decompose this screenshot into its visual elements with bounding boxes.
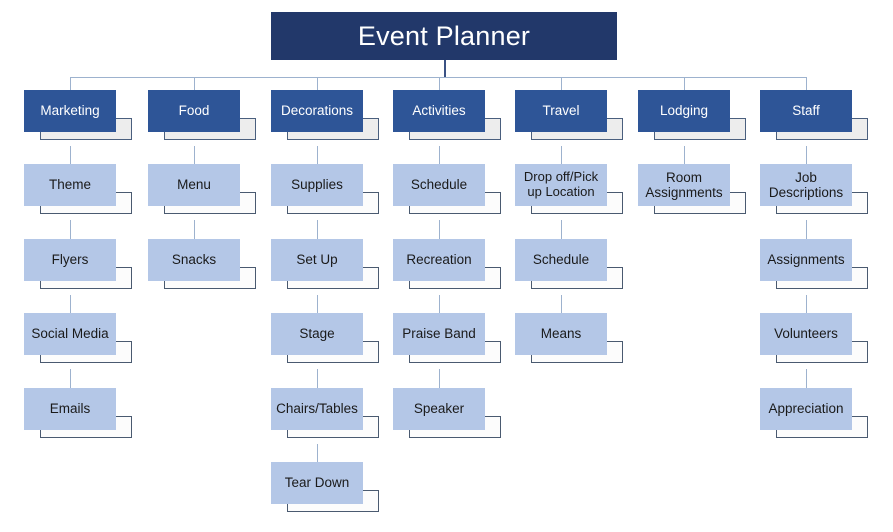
- task-node-snacks[interactable]: Snacks: [148, 239, 256, 309]
- category-node-travel[interactable]: Travel: [515, 90, 623, 160]
- category-node-staff[interactable]: Staff: [760, 90, 868, 160]
- task-node-chairs-tables[interactable]: Chairs/Tables: [271, 388, 379, 458]
- node-label: Room Assignments: [638, 164, 730, 206]
- node-label: Food: [148, 90, 240, 132]
- task-node-schedule[interactable]: Schedule: [515, 239, 623, 309]
- task-node-flyers[interactable]: Flyers: [24, 239, 132, 309]
- node-label: Menu: [148, 164, 240, 206]
- org-chart-canvas: Event Planner Marketing Theme Flyers Social…: [0, 0, 893, 526]
- task-node-recreation[interactable]: Recreation: [393, 239, 501, 309]
- task-node-theme[interactable]: Theme: [24, 164, 132, 234]
- node-label: Marketing: [24, 90, 116, 132]
- node-label: Travel: [515, 90, 607, 132]
- category-node-activities[interactable]: Activities: [393, 90, 501, 160]
- node-label: Volunteers: [760, 313, 852, 355]
- node-label: Set Up: [271, 239, 363, 281]
- task-node-drop-off-pick-up-location[interactable]: Drop off/Pick up Location: [515, 164, 623, 234]
- category-node-decorations[interactable]: Decorations: [271, 90, 379, 160]
- category-node-food[interactable]: Food: [148, 90, 256, 160]
- connector-to-food: [194, 77, 195, 90]
- node-label: Social Media: [24, 313, 116, 355]
- task-node-supplies[interactable]: Supplies: [271, 164, 379, 234]
- task-node-menu[interactable]: Menu: [148, 164, 256, 234]
- node-label: Job Descriptions: [760, 164, 852, 206]
- task-node-tear-down[interactable]: Tear Down: [271, 462, 379, 532]
- chart-title: Event Planner: [271, 12, 617, 60]
- node-label: Chairs/Tables: [271, 388, 363, 430]
- task-node-schedule[interactable]: Schedule: [393, 164, 501, 234]
- connector-to-staff: [806, 77, 807, 90]
- node-label: Flyers: [24, 239, 116, 281]
- category-node-lodging[interactable]: Lodging: [638, 90, 746, 160]
- node-label: Emails: [24, 388, 116, 430]
- connector-to-decorations: [317, 77, 318, 90]
- task-node-room-assignments[interactable]: Room Assignments: [638, 164, 746, 234]
- node-label: Appreciation: [760, 388, 852, 430]
- task-node-stage[interactable]: Stage: [271, 313, 379, 383]
- category-node-marketing[interactable]: Marketing: [24, 90, 132, 160]
- task-node-assignments[interactable]: Assignments: [760, 239, 868, 309]
- bus-line: [70, 77, 806, 78]
- task-node-praise-band[interactable]: Praise Band: [393, 313, 501, 383]
- node-label: Staff: [760, 90, 852, 132]
- node-label: Means: [515, 313, 607, 355]
- node-label: Activities: [393, 90, 485, 132]
- task-node-means[interactable]: Means: [515, 313, 623, 383]
- trunk-line: [444, 60, 446, 77]
- task-node-emails[interactable]: Emails: [24, 388, 132, 458]
- task-node-appreciation[interactable]: Appreciation: [760, 388, 868, 458]
- task-node-social-media[interactable]: Social Media: [24, 313, 132, 383]
- node-label: Schedule: [515, 239, 607, 281]
- node-label: Tear Down: [271, 462, 363, 504]
- node-label: Speaker: [393, 388, 485, 430]
- connector-to-lodging: [684, 77, 685, 90]
- node-label: Theme: [24, 164, 116, 206]
- task-node-volunteers[interactable]: Volunteers: [760, 313, 868, 383]
- node-label: Schedule: [393, 164, 485, 206]
- node-label: Stage: [271, 313, 363, 355]
- node-label: Praise Band: [393, 313, 485, 355]
- node-label: Assignments: [760, 239, 852, 281]
- task-node-set-up[interactable]: Set Up: [271, 239, 379, 309]
- task-node-speaker[interactable]: Speaker: [393, 388, 501, 458]
- node-label: Decorations: [271, 90, 363, 132]
- node-label: Supplies: [271, 164, 363, 206]
- connector-to-marketing: [70, 77, 71, 90]
- node-label: Lodging: [638, 90, 730, 132]
- connector-to-activities: [439, 77, 440, 90]
- task-node-job-descriptions[interactable]: Job Descriptions: [760, 164, 868, 234]
- node-label: Drop off/Pick up Location: [515, 164, 607, 206]
- node-label: Recreation: [393, 239, 485, 281]
- connector-to-travel: [561, 77, 562, 90]
- node-label: Snacks: [148, 239, 240, 281]
